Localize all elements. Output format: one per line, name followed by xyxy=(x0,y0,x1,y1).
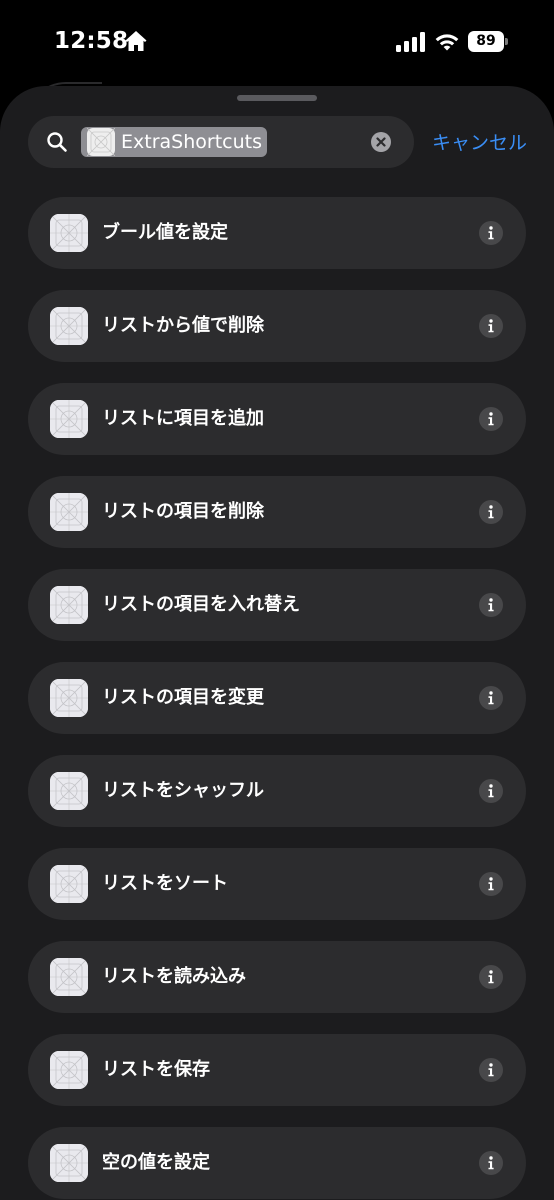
action-app-icon xyxy=(50,1144,88,1182)
battery-percent: 89 xyxy=(468,31,504,52)
home-icon xyxy=(124,29,148,53)
info-icon[interactable] xyxy=(479,407,503,431)
action-row[interactable]: ブール値を設定 xyxy=(28,197,526,269)
info-icon[interactable] xyxy=(479,779,503,803)
action-row[interactable]: リストをシャッフル xyxy=(28,755,526,827)
info-icon[interactable] xyxy=(479,314,503,338)
action-label: リストを読み込み xyxy=(102,966,246,987)
action-label: リストをソート xyxy=(102,873,228,894)
action-app-icon xyxy=(50,400,88,438)
sheet-grabber[interactable] xyxy=(237,95,317,101)
search-token[interactable]: ExtraShortcuts xyxy=(81,127,267,157)
cancel-button[interactable]: キャンセル xyxy=(432,128,527,155)
action-app-icon xyxy=(50,958,88,996)
search-token-label: ExtraShortcuts xyxy=(121,131,262,153)
action-label: リストを保存 xyxy=(102,1059,210,1080)
action-app-icon xyxy=(50,679,88,717)
extrashortcuts-app-icon xyxy=(86,127,116,157)
action-row[interactable]: リストの項目を削除 xyxy=(28,476,526,548)
wifi-icon xyxy=(433,30,461,52)
action-app-icon xyxy=(50,1051,88,1089)
info-icon[interactable] xyxy=(479,221,503,245)
action-row[interactable]: リストを保存 xyxy=(28,1034,526,1106)
action-label: 空の値を設定 xyxy=(102,1152,210,1173)
search-bar[interactable]: ExtraShortcuts xyxy=(28,116,414,168)
action-row[interactable]: 空の値を設定 xyxy=(28,1127,526,1199)
action-app-icon xyxy=(50,307,88,345)
info-icon[interactable] xyxy=(479,593,503,617)
action-label: リストの項目を変更 xyxy=(102,687,264,708)
info-icon[interactable] xyxy=(479,686,503,710)
status-bar: 12:58 89 xyxy=(0,0,554,84)
action-app-icon xyxy=(50,772,88,810)
action-label: リストをシャッフル xyxy=(102,780,264,801)
action-row[interactable]: リストをソート xyxy=(28,848,526,920)
clear-icon[interactable] xyxy=(371,132,391,152)
action-label: リストの項目を入れ替え xyxy=(102,594,300,615)
info-icon[interactable] xyxy=(479,1058,503,1082)
status-time: 12:58 xyxy=(54,28,129,54)
action-row[interactable]: リストに項目を追加 xyxy=(28,383,526,455)
battery-cap xyxy=(505,38,508,45)
action-row[interactable]: リストから値で削除 xyxy=(28,290,526,362)
info-icon[interactable] xyxy=(479,965,503,989)
action-label: リストに項目を追加 xyxy=(102,408,264,429)
action-label: リストの項目を削除 xyxy=(102,501,264,522)
search-icon xyxy=(46,131,68,153)
action-row[interactable]: リストを読み込み xyxy=(28,941,526,1013)
action-app-icon xyxy=(50,214,88,252)
info-icon[interactable] xyxy=(479,1151,503,1175)
action-label: ブール値を設定 xyxy=(102,222,228,243)
battery-icon: 89 xyxy=(468,31,508,52)
action-row[interactable]: リストの項目を入れ替え xyxy=(28,569,526,641)
info-icon[interactable] xyxy=(479,872,503,896)
action-label: リストから値で削除 xyxy=(102,315,264,336)
info-icon[interactable] xyxy=(479,500,503,524)
action-app-icon xyxy=(50,865,88,903)
signal-icon xyxy=(396,32,426,52)
action-app-icon xyxy=(50,586,88,624)
action-row[interactable]: リストの項目を変更 xyxy=(28,662,526,734)
action-app-icon xyxy=(50,493,88,531)
